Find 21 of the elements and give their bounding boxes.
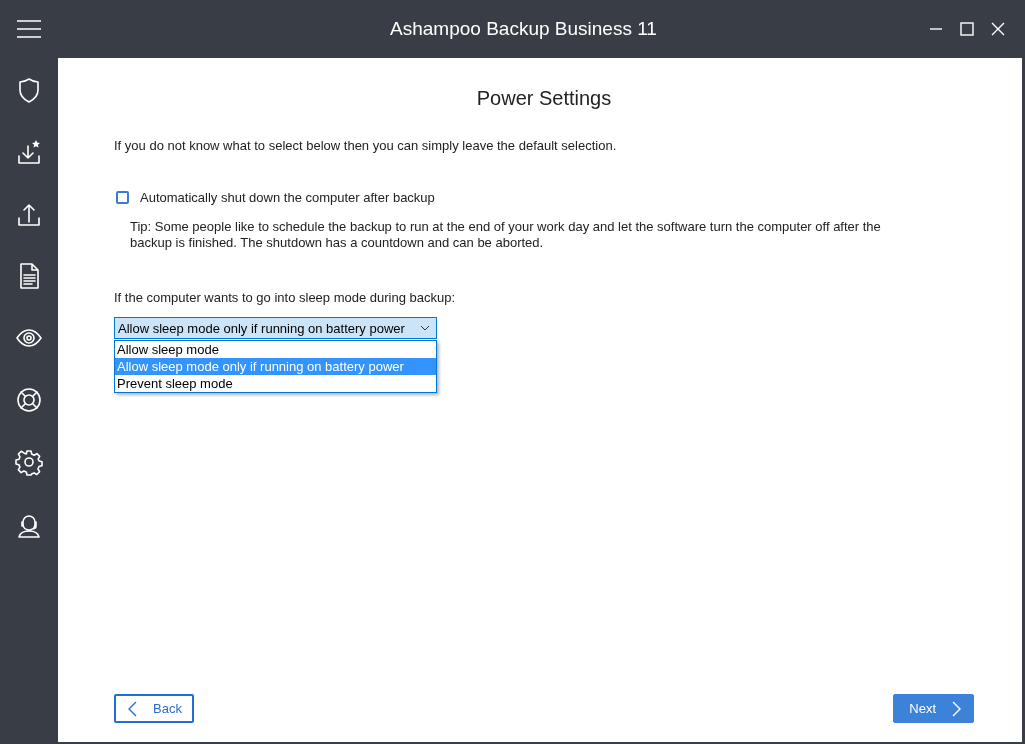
intro-text: If you do not know what to select below then you can simply leave the default selection. [114,138,618,153]
next-button[interactable]: Next [893,694,974,723]
chevron-down-icon [420,325,430,331]
download-star-icon[interactable] [15,138,43,166]
sleep-label: If the computer wants to go into sleep mode during backup: [114,290,457,305]
tip-text: Tip: Some people like to schedule the backup to run at the end of your work day and let the software turn the computer off after the backup is finished. The shutdown has a countdown and can be aborted. [130,219,882,251]
sleep-mode-dropdown[interactable]: Allow sleep mode only if running on battery power [114,317,437,339]
back-button[interactable]: Back [114,694,194,723]
dropdown-option[interactable]: Allow sleep mode [115,341,436,358]
chevron-left-icon [128,700,137,717]
settings-icon[interactable] [15,448,43,476]
checkbox-label: Automatically shut down the computer after backup [140,190,435,205]
window-title: Ashampoo Backup Business 11 [389,18,658,40]
menu-icon [17,20,41,38]
page-title: Power Settings [475,87,613,110]
lifebuoy-icon[interactable] [15,386,43,414]
chevron-right-icon [952,700,961,717]
maximize-icon[interactable] [960,22,974,36]
close-icon[interactable] [991,22,1005,36]
dropdown-option[interactable]: Prevent sleep mode [115,375,436,392]
shutdown-checkbox[interactable] [116,191,129,204]
